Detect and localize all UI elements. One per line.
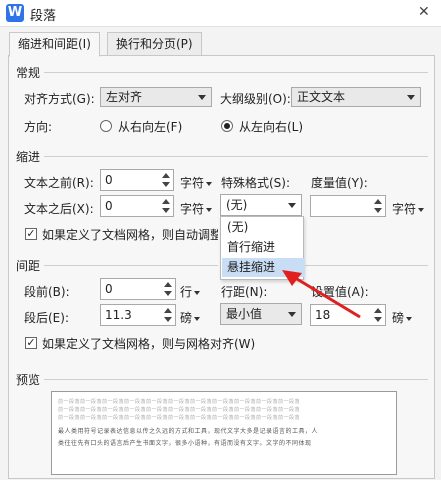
indent-after-unit[interactable]: 字符: [180, 200, 213, 217]
spacing-grid-label[interactable]: 如果定义了文档网格，则与网格对齐(W): [42, 335, 255, 352]
indent-before-stepper[interactable]: 0: [100, 169, 174, 191]
unit-text: 磅: [392, 311, 405, 325]
arrow-head: [282, 270, 302, 286]
space-before-value: 0: [105, 282, 113, 296]
tab-indent-spacing[interactable]: 缩进和间距(I): [9, 32, 100, 57]
chevron-down-icon: [418, 207, 425, 212]
outline-level-label: 大纲级别(O):: [220, 92, 291, 106]
title-bar: [0, 0, 441, 27]
chevron-down-icon: [406, 316, 413, 321]
divider: [44, 72, 428, 73]
window-title: 段落: [30, 9, 57, 24]
space-before-unit[interactable]: 行: [180, 283, 201, 300]
measure-label: 度量值(Y):: [311, 176, 368, 190]
spin-down-icon[interactable]: [162, 182, 170, 187]
space-after-unit[interactable]: 磅: [180, 309, 201, 326]
divider: [44, 379, 428, 380]
indent-before-unit[interactable]: 字符: [180, 174, 213, 191]
alignment-value: 左对齐: [106, 90, 143, 104]
outline-level-select[interactable]: 正文文本: [291, 87, 421, 107]
chevron-down-icon: [206, 181, 213, 186]
preview-text-line: 最人类用符号记录表达信息以传之久远的方式和工具，现代文字大多是记录语言的工具，人: [58, 428, 319, 435]
spin-buttons[interactable]: [373, 197, 383, 215]
tab-line-page-breaks[interactable]: 换行和分页(P): [107, 32, 202, 57]
rtl-label[interactable]: 从右向左(F): [118, 118, 182, 135]
indent-grid-label[interactable]: 如果定义了文档网格，则自动调整: [42, 226, 218, 243]
spin-up-icon[interactable]: [162, 173, 170, 178]
chevron-down-icon: [288, 203, 296, 208]
chevron-down-icon: [194, 316, 201, 321]
spin-buttons[interactable]: [161, 171, 171, 189]
section-indent: 缩进: [16, 150, 41, 164]
special-format-value: (无): [226, 198, 248, 212]
indent-before-label: 文本之前(R):: [24, 176, 94, 190]
preview-gray-line: 前一段落前一段落前一段落前一段落前一段落前一段落前一段落前一段落前一段落前一段落…: [58, 407, 301, 413]
space-after-stepper[interactable]: 11.3: [100, 304, 176, 326]
spin-buttons[interactable]: [163, 306, 173, 324]
indent-before-value: 0: [105, 173, 113, 187]
space-after-value: 11.3: [105, 308, 132, 322]
rtl-radio[interactable]: [100, 120, 112, 132]
line-spacing-value: 最小值: [226, 307, 263, 321]
chevron-down-icon: [407, 95, 415, 100]
preview-gray-line: 前一段落前一段落前一段落前一段落前一段落前一段落前一段落前一段落前一段落前一段落…: [58, 415, 301, 421]
spin-buttons[interactable]: [161, 197, 171, 215]
space-before-stepper[interactable]: 0: [100, 278, 176, 300]
unit-text: 字符: [180, 202, 205, 216]
close-icon[interactable]: ✕: [418, 4, 430, 20]
indent-after-value: 0: [105, 199, 113, 213]
preview-text-line: 类往往先有口头的语言后产生书面文字，很多小语种，有语而没有文字。文字的不同体现: [58, 440, 312, 447]
spin-down-icon[interactable]: [162, 208, 170, 213]
chevron-down-icon: [198, 95, 206, 100]
spacing-grid-checkbox[interactable]: ✓: [25, 337, 37, 349]
indent-grid-checkbox[interactable]: ✓: [25, 228, 37, 240]
indent-after-stepper[interactable]: 0: [100, 195, 174, 217]
spin-up-icon[interactable]: [164, 282, 172, 287]
unit-text: 字符: [180, 176, 205, 190]
chevron-down-icon: [194, 290, 201, 295]
spin-up-icon[interactable]: [374, 308, 382, 313]
arrow-shaft: [291, 274, 361, 319]
section-spacing: 间距: [16, 259, 41, 273]
section-preview: 预览: [16, 373, 41, 387]
special-format-label: 特殊格式(S):: [221, 176, 291, 190]
direction-label: 方向:: [24, 120, 53, 134]
spin-down-icon[interactable]: [164, 291, 172, 296]
measure-stepper[interactable]: [310, 195, 386, 217]
wps-writer-icon: W: [6, 4, 24, 22]
unit-text: 字符: [392, 202, 417, 216]
set-value-unit[interactable]: 磅: [392, 309, 413, 326]
space-after-label: 段后(E):: [24, 311, 69, 325]
spin-buttons[interactable]: [373, 306, 383, 324]
alignment-select[interactable]: 左对齐: [100, 87, 212, 107]
chevron-down-icon: [206, 207, 213, 212]
measure-unit[interactable]: 字符: [392, 200, 425, 217]
indent-after-label: 文本之后(X):: [24, 202, 94, 216]
spin-buttons[interactable]: [163, 280, 173, 298]
section-general: 常规: [16, 66, 41, 80]
line-spacing-label: 行距(N):: [221, 285, 268, 299]
option-first-line[interactable]: 首行缩进: [222, 238, 305, 257]
preview-gray-line: 前一段落前一段落前一段落前一段落前一段落前一段落前一段落前一段落前一段落前一段落…: [58, 399, 301, 405]
spin-down-icon[interactable]: [164, 317, 172, 322]
spin-up-icon[interactable]: [162, 199, 170, 204]
spin-down-icon[interactable]: [374, 317, 382, 322]
divider: [44, 156, 428, 157]
space-before-label: 段前(B):: [24, 285, 70, 299]
preview-box: 前一段落前一段落前一段落前一段落前一段落前一段落前一段落前一段落前一段落前一段落…: [51, 391, 397, 475]
ltr-radio[interactable]: [221, 120, 233, 132]
divider: [44, 265, 218, 266]
alignment-label: 对齐方式(G):: [24, 92, 95, 106]
red-arrow-annotation: [282, 270, 361, 319]
option-none[interactable]: (无): [222, 218, 305, 237]
unit-text: 行: [180, 285, 193, 299]
spin-up-icon[interactable]: [164, 308, 172, 313]
spin-up-icon[interactable]: [374, 199, 382, 204]
spin-down-icon[interactable]: [374, 208, 382, 213]
ltr-label[interactable]: 从左向右(L): [239, 118, 303, 135]
unit-text: 磅: [180, 311, 193, 325]
special-format-select[interactable]: (无): [220, 194, 302, 216]
outline-level-value: 正文文本: [297, 90, 346, 104]
